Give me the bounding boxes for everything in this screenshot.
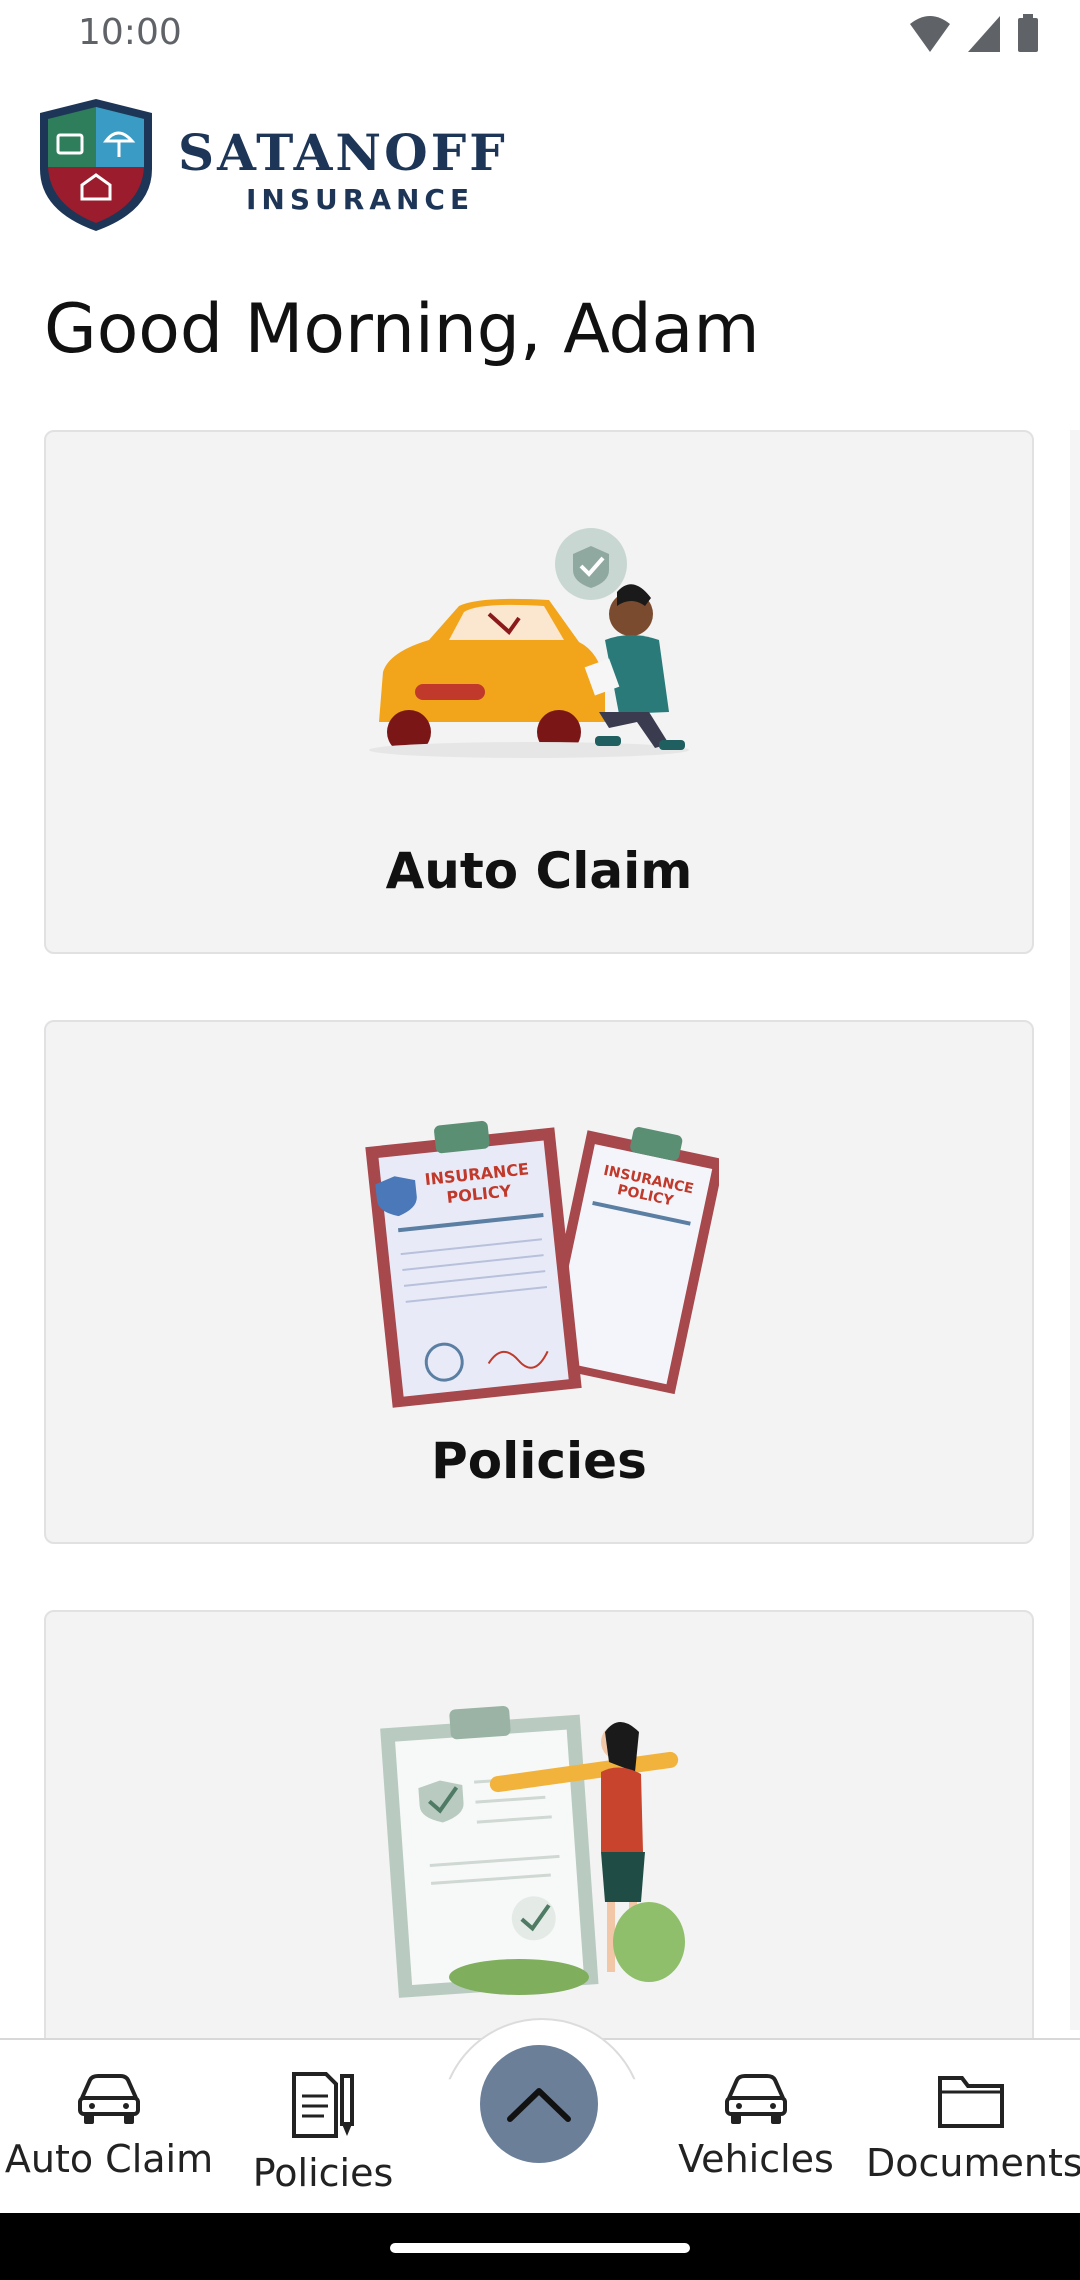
wifi-icon (910, 16, 950, 52)
car-icon (725, 2074, 787, 2124)
nav-item-policies[interactable]: Policies (218, 2070, 428, 2195)
folder-icon (938, 2076, 1004, 2128)
auto-claim-card[interactable]: Auto Claim (44, 430, 1034, 954)
battery-icon (1018, 14, 1038, 52)
scroll-edge (1070, 430, 1080, 2030)
nav-item-auto-claim[interactable]: Auto Claim (4, 2070, 214, 2181)
brand-header: SATANOFF INSURANCE (36, 95, 556, 235)
home-gesture-pill[interactable] (390, 2243, 690, 2253)
nav-label-documents: Documents (866, 2141, 1080, 2185)
system-gesture-bar (0, 2213, 1080, 2280)
car-icon (78, 2074, 140, 2124)
checklist-illustration (380, 1705, 685, 1998)
nav-item-documents[interactable]: Documents (866, 2070, 1080, 2185)
signal-icon (968, 16, 1000, 52)
brand-subtitle: INSURANCE (246, 183, 475, 216)
status-icons (908, 14, 1040, 54)
brand-name: SATANOFF (178, 123, 508, 182)
nav-item-vehicles[interactable]: Vehicles (651, 2070, 861, 2181)
nav-label-policies: Policies (252, 2151, 394, 2195)
policies-card[interactable]: INSURANCE POLICY INSURANCE POLICY Polici… (44, 1020, 1034, 1544)
greeting-title: Good Morning, Adam (44, 290, 760, 369)
nav-label-auto-claim: Auto Claim (4, 2137, 214, 2181)
policies-illustration: INSURANCE POLICY INSURANCE POLICY (365, 1120, 719, 1408)
policies-card-label: Policies (431, 1432, 647, 1490)
auto-claim-illustration (369, 528, 689, 758)
status-time: 10:00 (78, 12, 182, 53)
document-pen-icon (292, 2072, 354, 2138)
nav-label-vehicles: Vehicles (678, 2137, 834, 2181)
status-bar: 10:00 (0, 0, 1080, 70)
auto-claim-card-label: Auto Claim (385, 842, 693, 900)
shield-logo-icon (40, 99, 152, 231)
expand-menu-button[interactable] (480, 2045, 598, 2163)
chevron-up-icon (507, 2088, 571, 2122)
